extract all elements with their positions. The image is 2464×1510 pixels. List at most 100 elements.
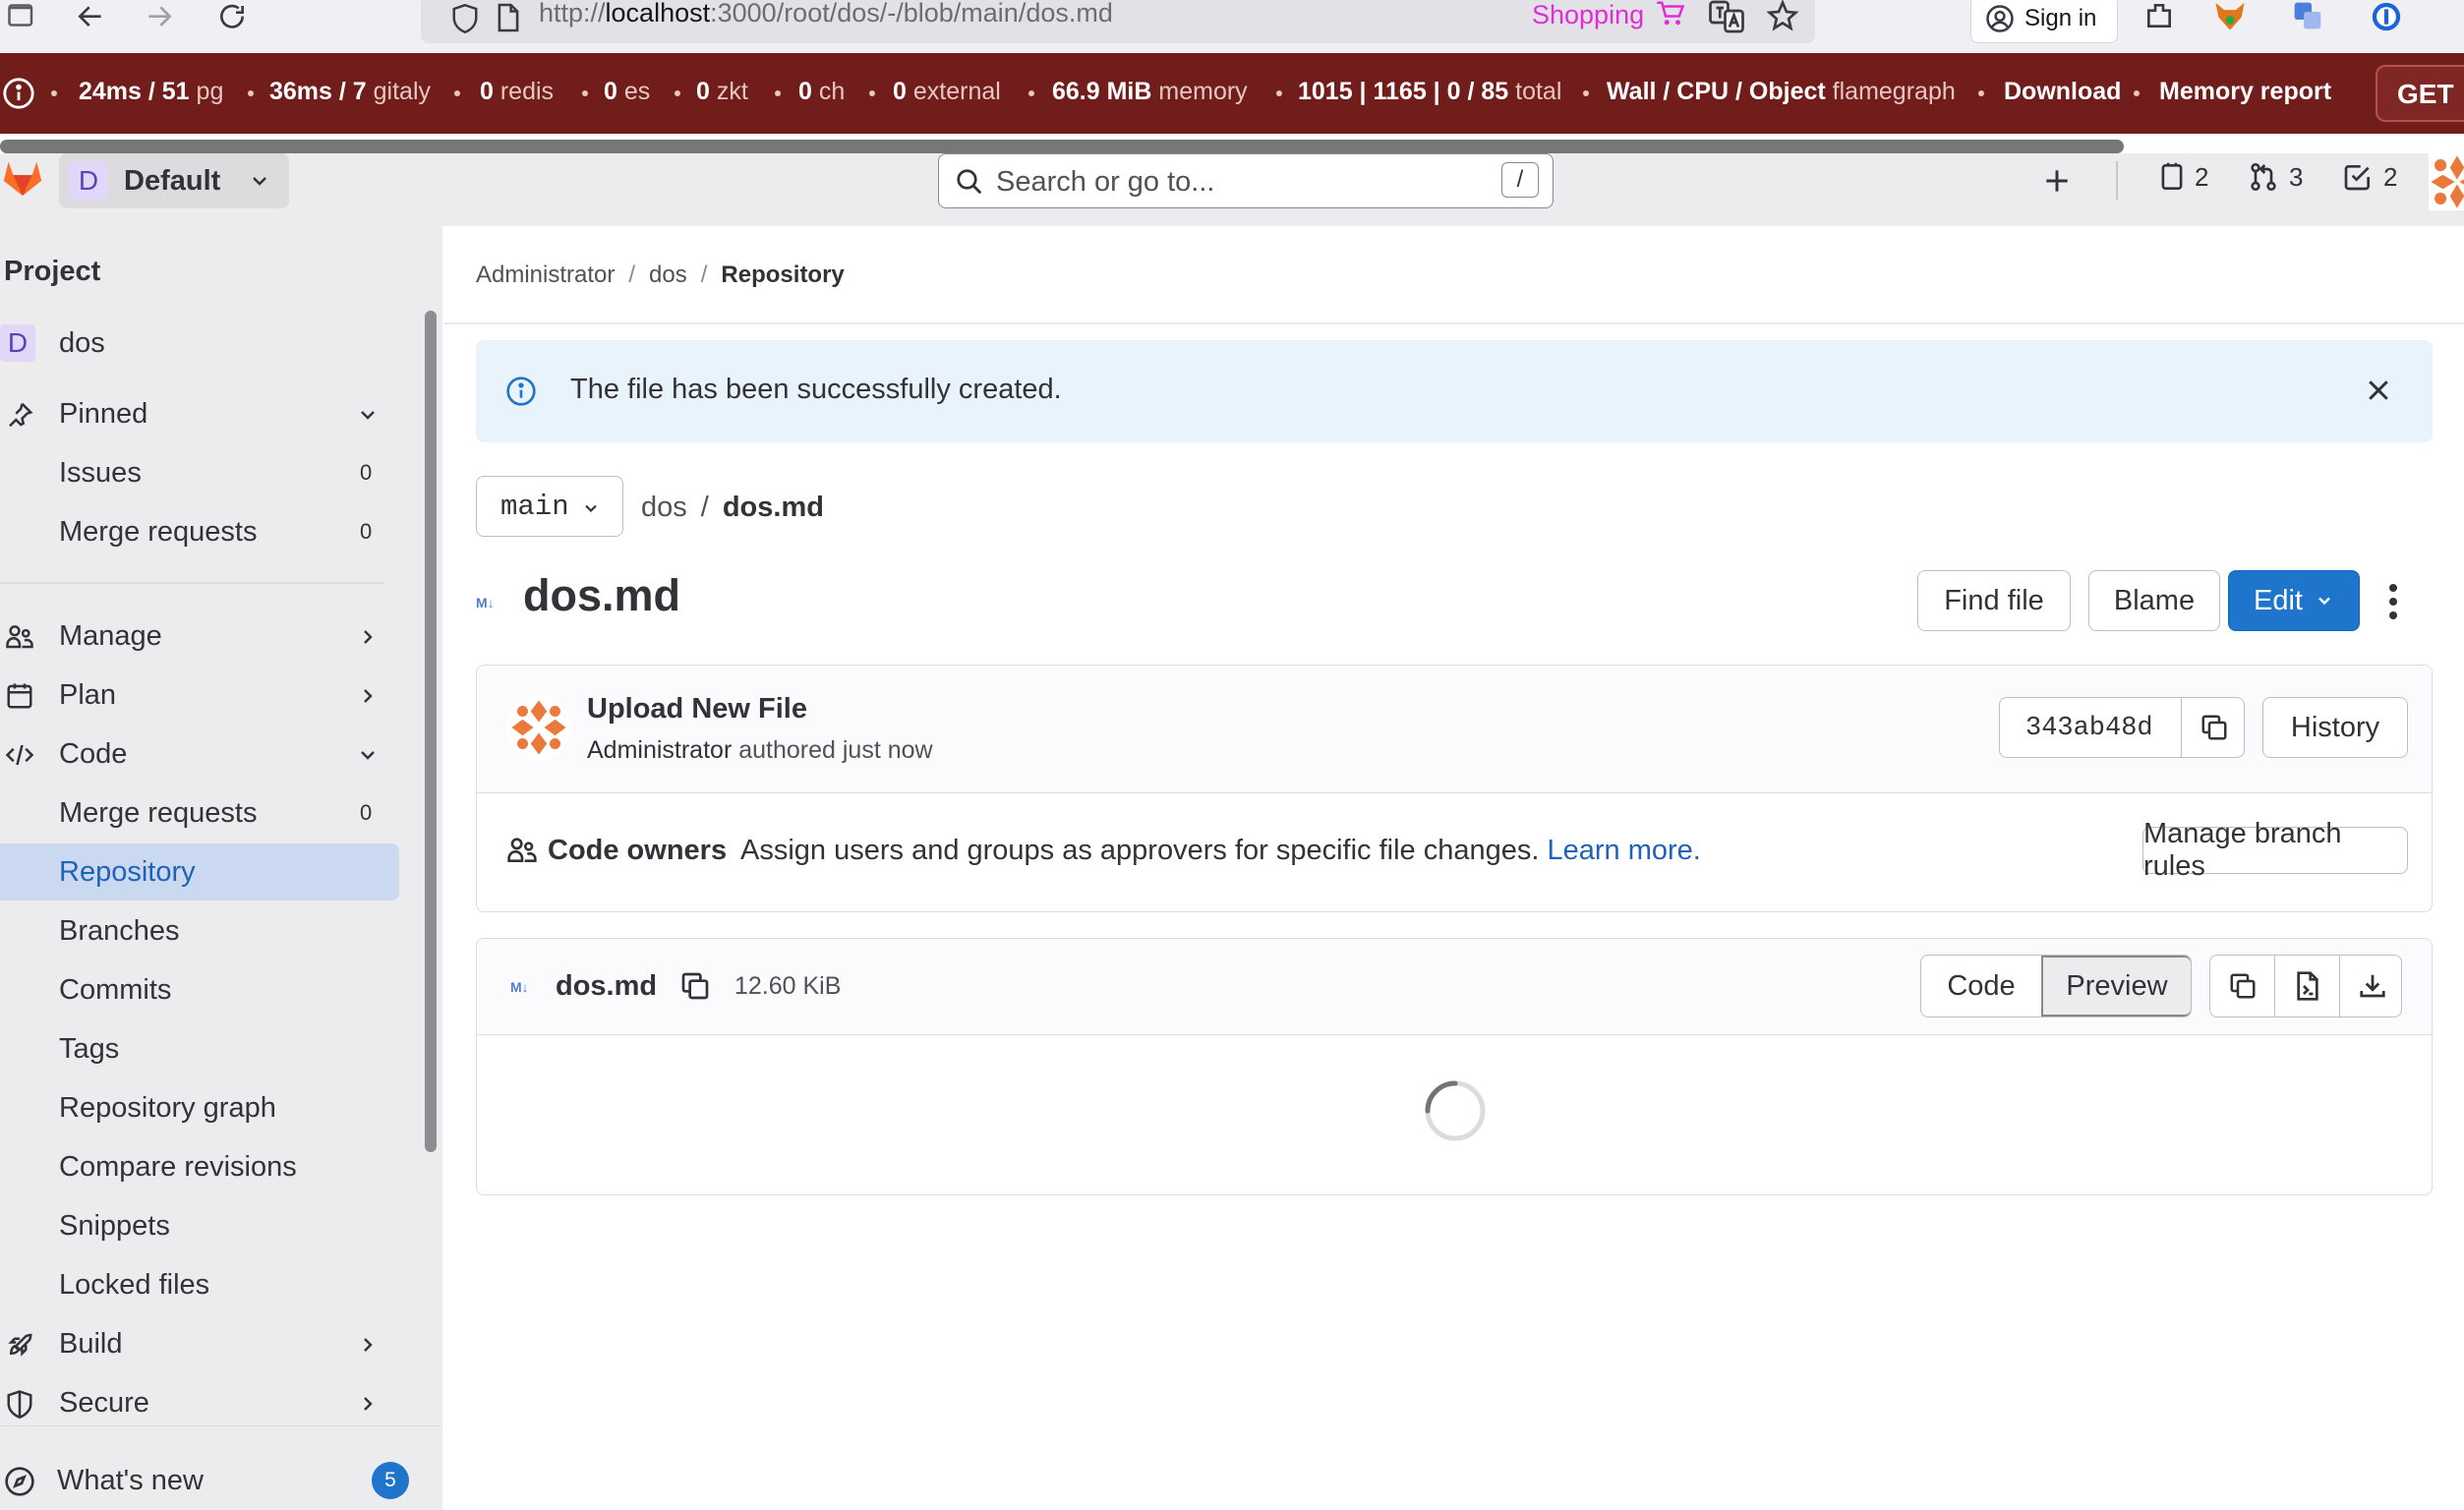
sidebar-item-label: Branches	[59, 914, 180, 947]
separator-dot	[869, 90, 875, 96]
sidebar-item-snippets[interactable]: Snippets	[0, 1197, 399, 1254]
sidebar-item-label: Compare revisions	[59, 1150, 297, 1183]
commit-author-link[interactable]: Administrator	[587, 736, 732, 764]
forward-icon[interactable]	[138, 0, 181, 35]
file-name: dos.md	[556, 970, 658, 1002]
perf-total[interactable]: 1015 | 1165 | 0 / 85 total	[1298, 78, 1561, 106]
reload-icon[interactable]	[210, 0, 254, 35]
open-raw-button[interactable]	[2275, 956, 2339, 1016]
horizontal-scrollbar[interactable]	[0, 140, 2124, 153]
gitlab-logo-icon[interactable]	[0, 153, 45, 201]
info-icon[interactable]	[2, 77, 35, 110]
sidebar-item-merge-requests-pinned[interactable]: Merge requests 0	[0, 503, 399, 560]
page-info-icon[interactable]	[496, 2, 521, 33]
breadcrumb-item-administrator[interactable]: Administrator	[476, 261, 615, 288]
back-icon[interactable]	[69, 0, 112, 35]
whats-new-button[interactable]: What's new	[0, 1452, 399, 1509]
translate-icon[interactable]	[1709, 0, 1744, 33]
commit-title-link[interactable]: Upload New File	[587, 693, 807, 726]
more-actions-icon[interactable]	[2387, 582, 2399, 621]
sidebar-item-code[interactable]: Code	[0, 726, 399, 783]
bookmark-star-icon[interactable]	[1766, 0, 1799, 31]
perf-ch[interactable]: 0 ch	[798, 78, 845, 106]
sidebar-item-secure[interactable]: Secure	[0, 1374, 399, 1431]
context-switcher[interactable]: D Default	[59, 153, 289, 208]
code-owners-text: Assign users and groups as approvers for…	[740, 835, 1540, 866]
commit-sha-link[interactable]: 343ab48d	[2025, 714, 2153, 743]
request-method-selector[interactable]: GET	[2376, 65, 2464, 122]
sidebar-heading: Project	[4, 256, 101, 287]
sidebar-item-commits[interactable]: Commits	[0, 961, 399, 1018]
merge-requests-counter[interactable]: 3	[2248, 161, 2303, 193]
sidebar-project-link[interactable]: D dos	[0, 315, 399, 372]
sidebar-item-compare-revisions[interactable]: Compare revisions	[0, 1138, 399, 1195]
perf-download-link[interactable]: Download	[2004, 78, 2121, 106]
sidebar-toggle-icon[interactable]	[0, 0, 43, 35]
separator-dot	[1276, 90, 1282, 96]
issues-counter[interactable]: 2	[2159, 161, 2208, 193]
user-avatar[interactable]	[2429, 153, 2464, 210]
perf-es[interactable]: 0 es	[604, 78, 650, 106]
breadcrumb-item-project[interactable]: dos	[649, 261, 687, 288]
close-icon[interactable]	[2364, 376, 2393, 405]
chevron-right-icon	[364, 630, 373, 644]
perf-flamegraph[interactable]: Wall / CPU / Object flamegraph	[1607, 78, 1956, 106]
perf-external[interactable]: 0 external	[893, 78, 1001, 106]
topbar-divider	[2116, 161, 2118, 201]
perf-gitaly[interactable]: 36ms / 7 gitaly	[269, 78, 431, 106]
breadcrumb-current[interactable]: Repository	[721, 261, 844, 288]
create-new-icon[interactable]	[2041, 165, 2073, 197]
preview-view-button[interactable]: Preview	[2041, 956, 2191, 1016]
issues-count: 2	[2195, 161, 2209, 192]
sidebar-item-merge-requests[interactable]: Merge requests 0	[0, 784, 399, 842]
sidebar-item-tags[interactable]: Tags	[0, 1020, 399, 1077]
fox-extension-icon[interactable]	[2212, 0, 2248, 31]
find-file-button[interactable]: Find file	[1917, 570, 2071, 631]
project-avatar: D	[0, 324, 35, 362]
perf-redis[interactable]: 0 redis	[480, 78, 554, 106]
translator-extension-icon[interactable]	[2291, 0, 2324, 31]
branch-selector[interactable]: main	[476, 476, 623, 537]
manage-branch-rules-button[interactable]: Manage branch rules	[2142, 818, 2408, 882]
copy-file-path-icon[interactable]	[679, 970, 711, 1002]
extensions-icon[interactable]	[2143, 0, 2175, 31]
tracking-shield-icon[interactable]	[450, 2, 480, 35]
whats-new-badge: 5	[372, 1462, 409, 1499]
success-alert: The file has been successfully created.	[476, 340, 2433, 442]
url-text[interactable]: http://localhost:3000/root/dos/-/blob/ma…	[539, 0, 1113, 29]
commit-author-avatar[interactable]	[506, 695, 571, 760]
history-button[interactable]: History	[2262, 697, 2408, 758]
sidebar-item-issues[interactable]: Issues 0	[0, 444, 399, 501]
copy-contents-button[interactable]	[2210, 956, 2274, 1016]
perf-memory-report-link[interactable]: Memory report	[2159, 78, 2331, 106]
sidebar-item-locked-files[interactable]: Locked files	[0, 1256, 399, 1313]
download-button[interactable]	[2340, 956, 2404, 1016]
sign-in-button[interactable]: Sign in	[1970, 0, 2118, 43]
sidebar-scrollbar[interactable]	[425, 311, 437, 1152]
edit-dropdown-button[interactable]: Edit	[2228, 570, 2360, 631]
copy-sha-button[interactable]	[2181, 698, 2246, 757]
sidebar-item-label: Secure	[59, 1386, 149, 1419]
sidebar-item-branches[interactable]: Branches	[0, 902, 399, 959]
separator-dot	[248, 90, 254, 96]
chevron-down-icon	[253, 177, 267, 186]
sidebar-item-build[interactable]: Build	[0, 1315, 399, 1372]
path-directory-link[interactable]: dos	[641, 492, 687, 523]
svg-text:M↓: M↓	[476, 595, 495, 610]
learn-more-link[interactable]: Learn more.	[1548, 835, 1701, 866]
code-view-button[interactable]: Code	[1921, 956, 2041, 1016]
shopping-label[interactable]: Shopping	[1532, 0, 1685, 30]
search-input[interactable]: Search or go to... /	[938, 153, 1554, 208]
blame-button[interactable]: Blame	[2088, 570, 2220, 631]
perf-pg[interactable]: 24ms / 51 pg	[79, 78, 223, 106]
todos-counter[interactable]: 2	[2342, 161, 2397, 193]
sidebar-item-plan[interactable]: Plan	[0, 667, 399, 724]
perf-zkt[interactable]: 0 zkt	[696, 78, 748, 106]
sidebar-pinned-toggle[interactable]: Pinned	[0, 385, 399, 442]
context-label: Default	[124, 164, 221, 197]
sidebar-item-manage[interactable]: Manage	[0, 608, 399, 665]
password-manager-icon[interactable]	[2370, 0, 2403, 33]
sidebar-item-repository-graph[interactable]: Repository graph	[0, 1079, 399, 1136]
sidebar-item-repository[interactable]: Repository	[0, 843, 399, 900]
perf-memory[interactable]: 66.9 MiB memory	[1052, 78, 1248, 106]
